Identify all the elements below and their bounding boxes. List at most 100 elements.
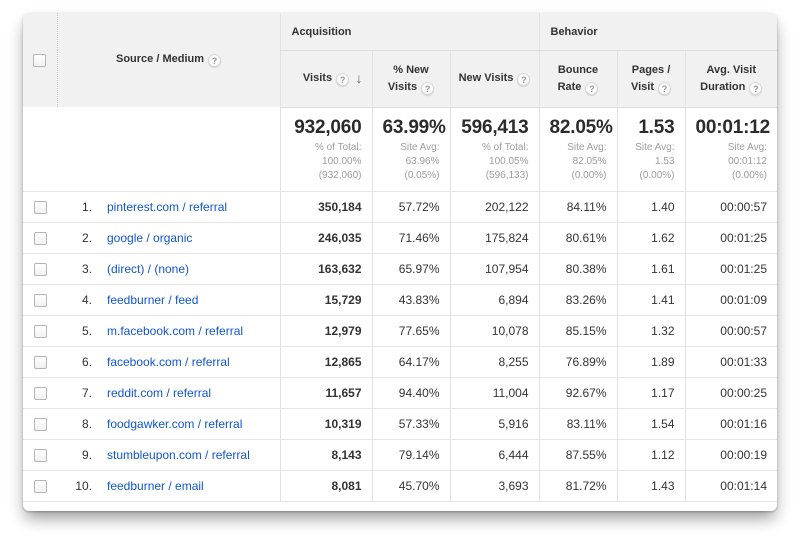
row-rank: 4. [67,293,92,307]
source-medium-cell: 9. stumbleupon.com / referral [57,439,280,470]
summary-bounce-rate-value: 82.05% [550,117,607,139]
summary-new-visits-sub: % of Total: 100.05% (596,133) [461,141,529,183]
source-medium-link[interactable]: m.facebook.com / referral [107,324,243,338]
new-visits-cell: 3,693 [450,470,539,501]
source-medium-label: Source / Medium [116,53,204,65]
visits-cell: 246,035 [280,222,372,253]
pages-visit-cell: 1.62 [617,222,685,253]
row-checkbox[interactable] [34,232,47,245]
avg-duration-label: Avg. Visit Duration [700,64,756,93]
row-checkbox[interactable] [34,294,47,307]
table-body: 1.pinterest.com / referral 350,184 57.72… [23,191,777,501]
select-all-cell [23,13,57,107]
column-header-avg-duration[interactable]: Avg. Visit Duration [685,50,777,107]
new-visits-pct-cell: 64.17% [372,346,450,377]
new-visits-cell: 175,824 [450,222,539,253]
column-header-pages-visit[interactable]: Pages / Visit [617,50,685,107]
visits-cell: 163,632 [280,253,372,284]
visits-cell: 11,657 [280,377,372,408]
table-row: 9.stumbleupon.com / referral 8,143 79.14… [23,439,777,470]
visits-cell: 10,319 [280,408,372,439]
row-checkbox[interactable] [34,480,47,493]
column-header-new-visits[interactable]: New Visits [450,50,539,107]
table-row: 3.(direct) / (none) 163,632 65.97% 107,9… [23,253,777,284]
row-checkbox[interactable] [34,449,47,462]
row-checkbox-cell [23,470,57,501]
help-icon[interactable] [421,82,434,95]
summary-empty-check [23,107,57,191]
source-medium-link[interactable]: foodgawker.com / referral [107,417,242,431]
row-checkbox[interactable] [34,356,47,369]
row-checkbox[interactable] [34,325,47,338]
pages-visit-cell: 1.32 [617,315,685,346]
source-medium-link[interactable]: facebook.com / referral [107,355,230,369]
behavior-label: Behavior [551,26,598,38]
avg-duration-cell: 00:01:09 [685,284,777,315]
help-icon[interactable] [208,54,221,67]
source-medium-link[interactable]: feedburner / feed [107,293,198,307]
avg-duration-cell: 00:01:14 [685,470,777,501]
column-header-source-medium[interactable]: Source / Medium [57,13,280,107]
visits-cell: 8,143 [280,439,372,470]
row-checkbox[interactable] [34,201,47,214]
row-checkbox[interactable] [34,418,47,431]
new-visits-cell: 6,444 [450,439,539,470]
source-medium-cell: 8. foodgawker.com / referral [57,408,280,439]
pages-visit-cell: 1.61 [617,253,685,284]
source-medium-link[interactable]: (direct) / (none) [107,262,189,276]
new-visits-pct-cell: 94.40% [372,377,450,408]
new-visits-cell: 6,894 [450,284,539,315]
help-icon[interactable] [749,82,762,95]
bounce-rate-cell: 83.11% [539,408,617,439]
table-row: 7.reddit.com / referral 11,657 94.40% 11… [23,377,777,408]
summary-pages-visit-value: 1.53 [628,117,675,139]
bounce-rate-cell: 92.67% [539,377,617,408]
visits-cell: 8,081 [280,470,372,501]
visits-label: Visits [303,72,332,84]
source-medium-cell: 10.feedburner / email [57,470,280,501]
row-checkbox[interactable] [34,387,47,400]
column-header-visits[interactable]: Visits [280,50,372,107]
bounce-rate-cell: 85.15% [539,315,617,346]
source-medium-link[interactable]: stumbleupon.com / referral [107,448,250,462]
visits-cell: 350,184 [280,191,372,222]
pages-visit-cell: 1.12 [617,439,685,470]
new-visits-pct-cell: 57.33% [372,408,450,439]
column-header-bounce-rate[interactable]: Bounce Rate [539,50,617,107]
source-medium-link[interactable]: feedburner / email [107,479,204,493]
summary-new-visits-pct: 63.99% Site Avg: 63.96% (0.05%) [372,107,450,191]
summary-row: 932,060 % of Total: 100.00% (932,060) 63… [23,107,777,191]
avg-duration-cell: 00:01:33 [685,346,777,377]
summary-visits-value: 932,060 [291,117,362,139]
row-rank: 5. [67,324,92,338]
source-medium-link[interactable]: google / organic [107,231,192,245]
row-rank: 7. [67,386,92,400]
source-medium-cell: 7. reddit.com / referral [57,377,280,408]
acquisition-label: Acquisition [292,26,352,38]
row-rank: 8. [67,417,92,431]
source-medium-cell: 6.facebook.com / referral [57,346,280,377]
summary-section: 932,060 % of Total: 100.00% (932,060) 63… [23,107,777,191]
table-row: 5.m.facebook.com / referral 12,979 77.65… [23,315,777,346]
sort-desc-icon[interactable] [356,68,363,89]
summary-new-visits-value: 596,413 [461,117,529,139]
row-checkbox-cell [23,191,57,222]
new-visits-cell: 202,122 [450,191,539,222]
help-icon[interactable] [336,73,349,86]
help-icon[interactable] [585,82,598,95]
bounce-rate-cell: 87.55% [539,439,617,470]
row-checkbox[interactable] [34,263,47,276]
visits-cell: 15,729 [280,284,372,315]
column-header-new-visits-pct[interactable]: % New Visits [372,50,450,107]
help-icon[interactable] [517,73,530,86]
source-medium-link[interactable]: reddit.com / referral [107,386,211,400]
row-rank: 9. [67,448,92,462]
avg-duration-cell: 00:00:25 [685,377,777,408]
select-all-checkbox[interactable] [33,54,46,67]
bounce-rate-cell: 80.61% [539,222,617,253]
table-row: 6.facebook.com / referral 12,865 64.17% … [23,346,777,377]
row-rank: 3. [67,262,92,276]
source-medium-link[interactable]: pinterest.com / referral [107,200,227,214]
new-visits-pct-cell: 71.46% [372,222,450,253]
help-icon[interactable] [658,82,671,95]
